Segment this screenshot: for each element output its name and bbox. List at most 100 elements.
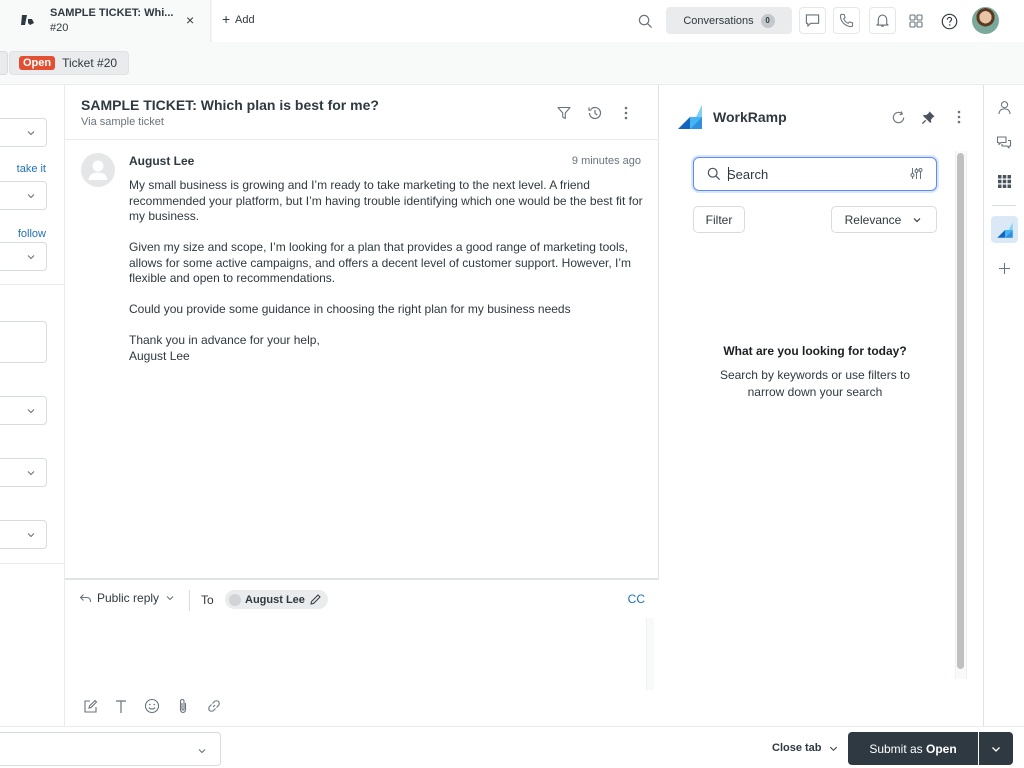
message-author: August Lee [129,154,195,168]
scrollbar-thumb[interactable] [957,153,964,669]
close-tab-dropdown[interactable]: Close tab [772,742,839,754]
empty-state-description: Search by keywords or use filters to nar… [660,367,970,401]
add-label: Add [235,14,255,26]
top-bar: SAMPLE TICKET: Whi... #20 × + Add Conver… [0,0,1024,42]
add-tab-button[interactable]: + Add [212,0,632,42]
ticket-tab[interactable]: SAMPLE TICKET: Whi... #20 × [0,0,211,42]
history-icon[interactable] [586,104,604,122]
search-field[interactable] [693,157,937,191]
empty-state-title: What are you looking for today? [723,344,907,358]
reply-type-dropdown[interactable]: Public reply [79,591,176,605]
chevron-down-icon [27,131,35,136]
divider [0,284,65,285]
to-label: To [201,593,214,607]
composer-scrollbar[interactable] [646,618,654,690]
search-input[interactable] [727,165,897,183]
bell-icon[interactable] [869,7,896,34]
priority-select[interactable] [0,458,47,487]
filter-button[interactable]: Filter [693,206,745,233]
more-options-icon[interactable] [617,104,635,122]
apps-grid-icon[interactable] [904,9,928,33]
message-paragraph: Given my size and scope, I’m looking for… [129,240,632,285]
take-it-link[interactable]: take it [17,163,46,175]
help-icon[interactable] [937,9,961,33]
divider [0,563,65,564]
zendesk-logo-icon [21,15,34,25]
footer-bar: Close tab Submit as Open [0,726,1024,768]
tab-ticket-number: #20 [50,22,69,34]
followers-select[interactable] [0,242,47,271]
sort-dropdown[interactable]: Relevance [831,206,937,233]
filter-icon[interactable] [555,104,573,122]
message-body: My small business is growing and I’m rea… [129,178,649,364]
submit-status: Open [926,741,957,756]
custom-field-select[interactable] [0,520,47,549]
tags-input[interactable] [0,321,47,363]
search-icon[interactable] [633,9,657,33]
more-options-icon[interactable] [950,108,968,126]
property-select[interactable] [0,118,47,147]
chat-icon[interactable] [799,7,826,34]
macro-select[interactable] [0,732,221,766]
text-caret [728,167,729,181]
conversations-button[interactable]: Conversations 0 [666,7,792,34]
chevron-down-icon [913,217,921,222]
context-rail [984,85,1024,726]
submit-options-button[interactable] [979,732,1013,765]
attachment-icon[interactable] [174,697,192,715]
pin-icon[interactable] [919,108,937,126]
recipient-chip[interactable]: August Lee [225,590,328,609]
refresh-icon[interactable] [889,108,907,126]
recipient-avatar [229,593,241,606]
chevron-down-icon [198,749,206,754]
pencil-icon[interactable] [309,593,322,606]
previous-crumb[interactable] [0,51,8,75]
text-format-icon[interactable] [112,697,130,715]
ticket-header: SAMPLE TICKET: Which plan is best for me… [65,85,659,140]
link-icon[interactable] [205,697,223,715]
phone-icon[interactable] [833,7,860,34]
message-timestamp: 9 minutes ago [571,155,641,167]
message-signature: August Lee [129,348,190,363]
user-avatar[interactable] [972,7,999,34]
recipient-name: August Lee [245,593,305,606]
ticket-sub-bar: Open Ticket #20 [0,42,1024,85]
message-paragraph: Could you provide some guidance in choos… [129,302,571,316]
divider [189,590,190,611]
conversations-icon[interactable] [994,133,1014,153]
workramp-logo-icon [678,105,702,129]
chevron-down-icon [27,255,35,260]
tab-title: SAMPLE TICKET: Whi... [50,7,174,19]
close-tab-label: Close tab [772,742,822,754]
chevron-down-icon [27,471,35,476]
apps-icon[interactable] [994,171,1014,191]
status-badge: Open [19,56,56,70]
workramp-app-icon[interactable] [991,216,1018,243]
follow-link[interactable]: follow [18,228,46,240]
close-tab-icon[interactable]: × [186,12,194,28]
ticket-properties-panel: take it follow [0,85,65,726]
submit-button[interactable]: Submit as Open [848,732,978,765]
ticket-breadcrumb-label: Ticket #20 [62,56,118,70]
empty-state-line: narrow down your search [747,385,883,399]
emoji-icon[interactable] [143,697,161,715]
conversations-count: 0 [760,13,775,28]
conversations-label: Conversations [683,14,754,27]
cc-link[interactable]: CC [628,592,645,606]
assignee-select[interactable] [0,181,47,210]
reply-textarea[interactable] [65,618,645,690]
breadcrumb[interactable]: Open Ticket #20 [9,51,129,75]
message-paragraph: My small business is growing and I’m rea… [129,178,643,223]
user-icon[interactable] [994,97,1014,117]
message-closing: Thank you in advance for your help, [129,333,320,347]
plus-icon: + [222,11,231,27]
formatting-toolbar [81,697,223,715]
ticket-channel: Via sample ticket [81,116,164,128]
type-select[interactable] [0,396,47,425]
workramp-app-panel: WorkRamp Filter Relevance What are you l… [660,85,984,726]
advanced-filter-icon[interactable] [910,167,923,180]
add-icon[interactable] [994,258,1014,278]
sort-label: Relevance [844,212,902,227]
chevron-down-icon [27,533,35,538]
compose-icon[interactable] [81,697,99,715]
